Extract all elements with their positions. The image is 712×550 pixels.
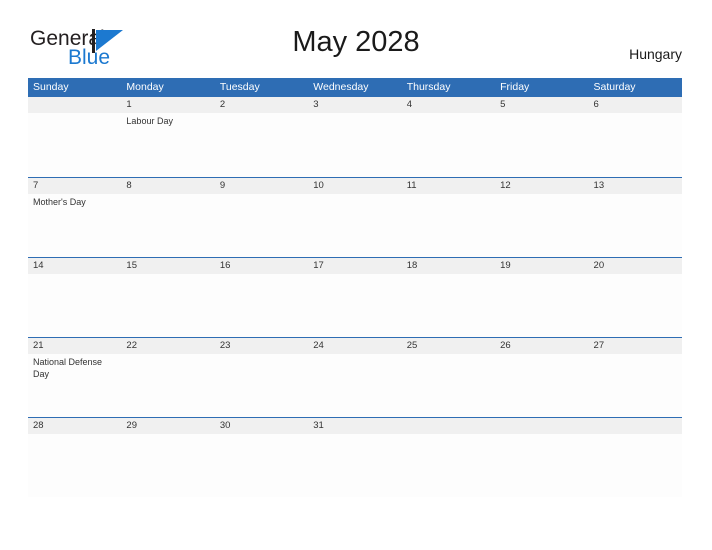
weekday-header-row: Sunday Monday Tuesday Wednesday Thursday Frid… — [28, 78, 682, 97]
day-events: Mother's Day — [28, 194, 121, 209]
day-cell[interactable]: 28 — [28, 418, 122, 497]
day-number: 8 — [121, 178, 215, 194]
calendar-week-row: 1 Labour Day 2 3 4 5 6 — [28, 97, 682, 177]
day-cell[interactable]: 6 — [588, 97, 682, 177]
day-number: 20 — [588, 258, 682, 274]
day-number: 2 — [214, 97, 309, 113]
day-cell[interactable]: 10 — [308, 178, 402, 257]
day-cell[interactable]: 9 — [214, 178, 309, 257]
day-cell[interactable]: 29 — [121, 418, 215, 497]
day-cell[interactable]: 22 — [121, 338, 215, 417]
country-label: Hungary — [629, 46, 682, 62]
calendar-page: General Blue May 2028 Hungary Sunday Mond… — [0, 0, 712, 550]
day-number: 13 — [588, 178, 682, 194]
day-cell[interactable]: 8 — [121, 178, 215, 257]
day-cell[interactable]: 5 — [495, 97, 589, 177]
day-cell[interactable]: 16 — [214, 258, 309, 337]
day-cell-empty — [495, 418, 589, 497]
day-number: 5 — [495, 97, 589, 113]
day-number — [28, 97, 122, 113]
day-number: 15 — [121, 258, 215, 274]
day-cell[interactable]: 25 — [401, 338, 496, 417]
day-cell[interactable]: 15 — [121, 258, 215, 337]
day-number: 30 — [214, 418, 309, 434]
day-number: 11 — [401, 178, 496, 194]
calendar-week-row: 28 29 30 31 — [28, 417, 682, 497]
day-cell-empty — [401, 418, 496, 497]
day-number: 25 — [401, 338, 496, 354]
day-events: National Defense Day — [28, 354, 121, 380]
day-number: 24 — [308, 338, 402, 354]
day-cell[interactable]: 7 Mother's Day — [28, 178, 122, 257]
day-number: 18 — [401, 258, 496, 274]
weekday-header-saturday: Saturday — [593, 81, 636, 93]
calendar-week-row: 14 15 16 17 18 19 20 — [28, 257, 682, 337]
day-number — [588, 418, 682, 434]
weekday-header-thursday: Thursday — [406, 81, 451, 93]
day-cell[interactable]: 26 — [495, 338, 589, 417]
weekday-header-monday: Monday — [126, 81, 164, 93]
calendar-grid: Sunday Monday Tuesday Wednesday Thursday Frid… — [28, 78, 682, 497]
day-number: 19 — [495, 258, 589, 274]
weekday-header-friday: Friday — [500, 81, 530, 93]
day-cell[interactable]: 20 — [588, 258, 682, 337]
day-cell[interactable]: 24 — [308, 338, 402, 417]
day-cell-empty — [588, 418, 682, 497]
day-number: 22 — [121, 338, 215, 354]
day-cell[interactable]: 23 — [214, 338, 309, 417]
day-cell[interactable]: 19 — [495, 258, 589, 337]
holiday-label: Mother's Day — [33, 197, 86, 207]
day-number: 7 — [28, 178, 122, 194]
day-cell[interactable]: 11 — [401, 178, 496, 257]
day-number: 3 — [308, 97, 402, 113]
day-number: 21 — [28, 338, 122, 354]
weekday-header-tuesday: Tuesday — [219, 81, 260, 93]
day-cell[interactable]: 27 — [588, 338, 682, 417]
day-number: 31 — [308, 418, 402, 434]
holiday-label: National Defense Day — [33, 357, 103, 379]
weekday-header-wednesday: Wednesday — [313, 81, 369, 93]
weekday-header-sunday: Sunday — [33, 81, 69, 93]
day-cell[interactable]: 13 — [588, 178, 682, 257]
day-cell[interactable]: 17 — [308, 258, 402, 337]
day-number — [495, 418, 589, 434]
calendar-week-row: 7 Mother's Day 8 9 10 11 12 13 — [28, 177, 682, 257]
calendar-weeks: 1 Labour Day 2 3 4 5 6 7 Mother's Day 8 9 10 11 12 13 1… — [28, 97, 682, 497]
day-number: 17 — [308, 258, 402, 274]
day-events: Labour Day — [121, 113, 214, 128]
day-cell[interactable]: 21 National Defense Day — [28, 338, 122, 417]
day-number: 27 — [588, 338, 682, 354]
day-cell[interactable]: 30 — [214, 418, 309, 497]
day-cell[interactable]: 31 — [308, 418, 402, 497]
day-cell-empty — [28, 97, 122, 177]
day-number: 4 — [401, 97, 496, 113]
day-number: 29 — [121, 418, 215, 434]
day-cell[interactable]: 18 — [401, 258, 496, 337]
day-cell[interactable]: 2 — [214, 97, 309, 177]
day-number: 10 — [308, 178, 402, 194]
page-title: May 2028 — [292, 26, 420, 58]
day-number: 23 — [214, 338, 309, 354]
day-cell[interactable]: 4 — [401, 97, 496, 177]
day-number: 26 — [495, 338, 589, 354]
day-number: 9 — [214, 178, 309, 194]
day-cell[interactable]: 1 Labour Day — [121, 97, 215, 177]
day-number: 12 — [495, 178, 589, 194]
calendar-week-row: 21 National Defense Day 22 23 24 25 26 27 — [28, 337, 682, 417]
day-cell[interactable]: 3 — [308, 97, 402, 177]
day-number: 14 — [28, 258, 122, 274]
day-cell[interactable]: 12 — [495, 178, 589, 257]
holiday-label: Labour Day — [126, 116, 173, 126]
day-number: 16 — [214, 258, 309, 274]
day-number: 28 — [28, 418, 122, 434]
day-number — [401, 418, 496, 434]
day-cell[interactable]: 14 — [28, 258, 122, 337]
day-number: 1 — [121, 97, 215, 113]
day-number: 6 — [588, 97, 682, 113]
page-header: General Blue May 2028 Hungary — [0, 0, 712, 68]
